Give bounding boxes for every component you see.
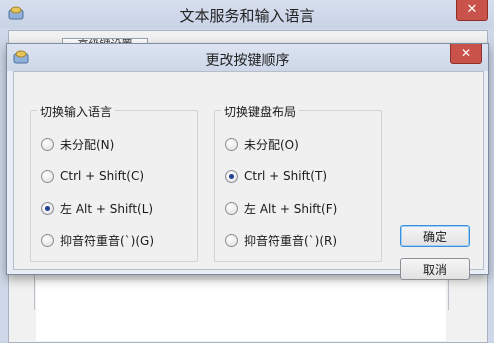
radio-button-selected[interactable] [41,201,54,215]
parent-window-title: 文本服务和输入语言 [179,7,315,25]
radio-label: 左 Alt + Shift(L) [60,201,154,216]
dialog-close-button[interactable]: ✕ [450,44,482,64]
radio-input-grave-accent[interactable]: 抑音符重音(`)(G) [41,231,154,249]
radio-layout-left-alt-shift[interactable]: 左 Alt + Shift(F) [225,199,337,217]
dialog-client-area: 切换输入语言 未分配(N) Ctrl + Shift(C) 左 Alt + Sh… [13,71,484,280]
radio-button[interactable] [41,169,54,183]
radio-label: 抑音符重音(`)(G) [60,233,155,248]
ok-button[interactable]: 确定 [400,225,470,247]
radio-label: Ctrl + Shift(C) [60,169,145,183]
group-legend: 切换输入语言 [37,103,116,120]
radio-input-left-alt-shift[interactable]: 左 Alt + Shift(L) [41,199,153,217]
radio-layout-unassigned[interactable]: 未分配(O) [225,135,299,153]
radio-layout-ctrl-shift[interactable]: Ctrl + Shift(T) [225,167,327,185]
radio-input-unassigned[interactable]: 未分配(N) [41,135,114,153]
dialog-title: 更改按键顺序 [205,53,290,69]
dialog-titlebar: 更改按键顺序 ✕ [7,44,488,71]
radio-button[interactable] [225,137,238,151]
radio-button-selected[interactable] [225,169,238,183]
close-icon: ✕ [460,46,472,60]
parent-titlebar: 文本服务和输入语言 ✕ [0,0,494,28]
radio-button[interactable] [225,233,238,247]
parent-content-panel [36,280,446,341]
radio-label: 抑音符重音(`)(R) [244,233,338,248]
radio-button[interactable] [41,233,54,247]
radio-label: Ctrl + Shift(T) [244,169,328,183]
radio-label: 未分配(O) [244,137,299,152]
radio-button[interactable] [225,201,238,215]
close-icon: ✕ [466,2,478,17]
radio-layout-grave-accent[interactable]: 抑音符重音(`)(R) [225,231,337,249]
change-key-sequence-dialog: 更改按键顺序 ✕ 切换输入语言 未分配(N) Ctrl + Shift(C) 左… [6,43,489,280]
radio-label: 未分配(N) [60,137,115,152]
parent-close-button[interactable]: ✕ [456,0,488,21]
radio-label: 左 Alt + Shift(F) [244,201,338,216]
input-language-group: 切换输入语言 未分配(N) Ctrl + Shift(C) 左 Alt + Sh… [30,103,198,262]
radio-button[interactable] [41,137,54,151]
group-legend: 切换键盘布局 [221,103,300,120]
radio-input-ctrl-shift[interactable]: Ctrl + Shift(C) [41,167,144,185]
keyboard-layout-group: 切换键盘布局 未分配(O) Ctrl + Shift(T) 左 Alt + Sh… [214,103,382,262]
cancel-button[interactable]: 取消 [400,258,470,280]
